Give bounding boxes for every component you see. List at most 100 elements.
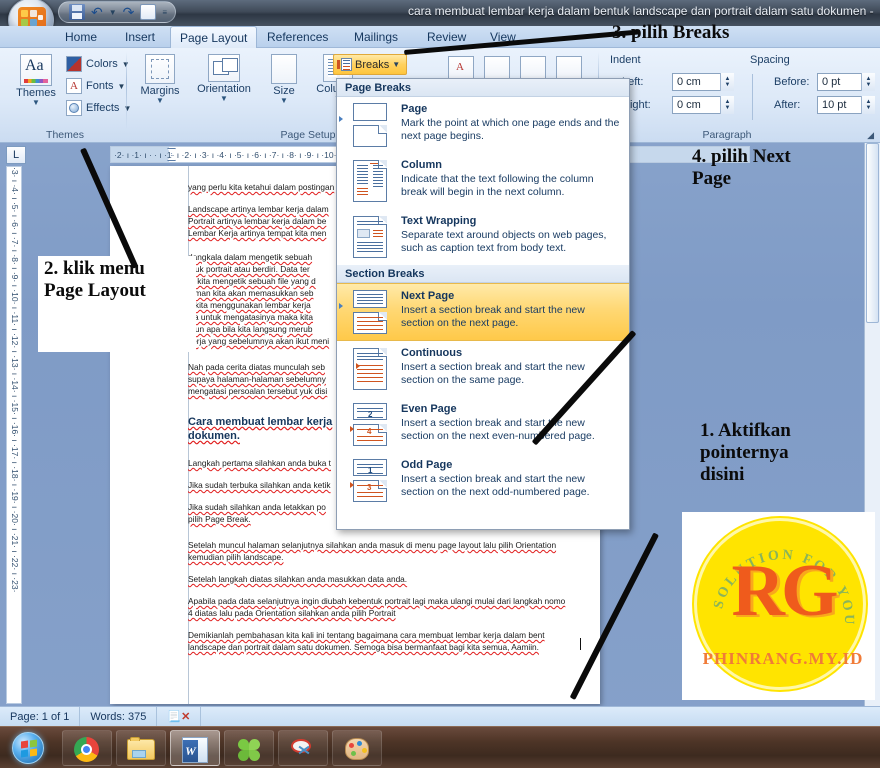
spacing-before-stepper[interactable]: ▲ ▼ (861, 73, 875, 91)
doc-paragraph: Demikianlah pembahasan kita kali ini ten… (188, 630, 545, 640)
continuous-section-break-icon (347, 347, 393, 391)
menu-item-title: Next Page (401, 290, 455, 302)
menu-item-desc: Insert a section break and start the new… (401, 473, 590, 498)
taskbar-paint-button[interactable] (332, 730, 382, 766)
group-label-paragraph: Paragraph (702, 129, 752, 141)
menu-item-column[interactable]: Column Indicate that the text following … (337, 153, 629, 209)
ribbon-group-paragraph: Indent Spacing Left: 0 cm ▲ ▼ Right: 0 cm… (602, 48, 880, 143)
tab-mailings[interactable]: Mailings (345, 26, 407, 48)
size-icon (271, 54, 297, 84)
menu-item-odd-page[interactable]: 1 3 Odd Page Insert a section break and … (337, 453, 629, 509)
print-preview-icon[interactable] (140, 4, 157, 20)
logo-monogram: RG (731, 550, 839, 632)
effects-icon (66, 100, 82, 116)
menu-section-page-breaks: Page Breaks (337, 79, 629, 97)
margins-icon (145, 54, 175, 84)
doc-paragraph: Apabila pada data selanjutnya ingin diub… (188, 596, 566, 606)
chrome-icon (74, 737, 99, 762)
menu-item-title: Column (401, 159, 442, 171)
snipping-tool-icon (291, 738, 315, 762)
status-words[interactable]: Words: 375 (80, 706, 158, 727)
tab-selector-button[interactable]: L (6, 146, 26, 164)
orientation-icon (208, 54, 240, 82)
group-divider-1 (126, 52, 127, 130)
undo-icon[interactable]: ↶ (91, 4, 103, 20)
logo-url: PHINRANG.MY.ID (702, 649, 864, 668)
indent-header: Indent (610, 54, 641, 66)
taskbar-explorer-button[interactable] (116, 730, 166, 766)
ribbon-group-themes: Aa Themes ▼ Colors ▼ A Fonts ▼ Effects ▼ (4, 48, 131, 143)
word-window: cara membuat lembar kerja dalam bentuk l… (0, 0, 880, 768)
breaks-button[interactable]: Breaks ▼ (333, 54, 407, 75)
taskbar-word-button[interactable]: W (170, 730, 220, 766)
submenu-marker-icon (339, 303, 343, 309)
colors-icon (66, 56, 82, 72)
odd-page-section-break-icon: 1 3 (347, 459, 393, 503)
tab-references[interactable]: References (258, 26, 337, 48)
submenu-marker-icon (339, 116, 343, 122)
margins-button[interactable]: Margins ▼ (132, 54, 188, 105)
hyphenation-icon[interactable]: A (448, 56, 474, 80)
status-spacer (201, 707, 880, 727)
vertical-ruler[interactable]: ·3· ı ·4· ı ·5· ı ·6· ı ·7· ı ·8· ı ·9· … (6, 166, 22, 704)
menu-item-even-page[interactable]: 2 4 Even Page Insert a section break and… (337, 397, 629, 453)
clover-icon (237, 738, 261, 762)
quick-access-toolbar: ↶ ▼ ↷ ≡ (58, 1, 177, 23)
group-label-themes: Themes (46, 129, 84, 141)
breaks-dropdown-menu[interactable]: Page Breaks Page Mark the point at which… (336, 78, 630, 530)
proofing-errors-icon[interactable]: 📃✕ (157, 706, 202, 727)
page-borders-icon[interactable] (556, 56, 582, 80)
status-page[interactable]: Page: 1 of 1 (0, 706, 81, 727)
menu-item-title: Continuous (401, 347, 463, 359)
undo-dropdown-icon[interactable]: ▼ (109, 8, 117, 17)
themes-button[interactable]: Aa Themes ▼ (10, 54, 62, 107)
theme-effects-button[interactable]: Effects ▼ (66, 100, 131, 116)
tab-insert[interactable]: Insert (116, 26, 164, 48)
taskbar-snipping-tool-button[interactable] (278, 730, 328, 766)
spacing-before-label: Before: (774, 76, 810, 88)
margins-dropdown-icon[interactable]: ▼ (132, 97, 188, 105)
menu-item-text-wrapping[interactable]: Text Wrapping Separate text around objec… (337, 209, 629, 265)
menu-item-page[interactable]: Page Mark the point at which one page en… (337, 97, 629, 153)
taskbar-clover-button[interactable] (224, 730, 274, 766)
themes-icon: Aa (20, 54, 52, 86)
even-page-section-break-icon: 2 4 (347, 403, 393, 447)
redo-icon[interactable]: ↷ (123, 4, 135, 20)
theme-fonts-button[interactable]: A Fonts ▼ (66, 78, 125, 94)
tab-home[interactable]: Home (56, 26, 106, 48)
next-page-section-break-icon (347, 290, 393, 334)
menu-item-next-page[interactable]: Next Page Insert a section break and sta… (337, 283, 629, 341)
fonts-icon: A (66, 78, 82, 94)
doc-paragraph: kemudian pilih landscape. (188, 552, 284, 562)
doc-paragraph: Setelah muncul halaman selanjutnya silah… (188, 540, 557, 550)
indent-right-stepper[interactable]: ▲ ▼ (720, 96, 734, 114)
size-dropdown-icon[interactable]: ▼ (262, 97, 306, 105)
paragraph-dialog-launcher-icon[interactable]: ◢ (867, 130, 874, 141)
spacing-after-stepper[interactable]: ▲ ▼ (861, 96, 875, 114)
paint-icon (345, 738, 369, 760)
start-button[interactable] (4, 729, 58, 767)
save-icon[interactable] (69, 4, 85, 20)
taskbar-chrome-button[interactable] (62, 730, 112, 766)
breaks-icon (337, 57, 352, 72)
breaks-dropdown-icon[interactable]: ▼ (392, 60, 400, 69)
orientation-dropdown-icon[interactable]: ▼ (190, 95, 258, 103)
spacing-header: Spacing (750, 54, 790, 66)
theme-colors-label: Colors (86, 58, 118, 70)
tab-page-layout[interactable]: Page Layout (170, 26, 258, 48)
menu-item-title: Odd Page (401, 459, 453, 471)
page-color-icon[interactable] (520, 56, 546, 80)
tab-selector-label: L (12, 149, 20, 161)
page-break-icon (347, 103, 393, 147)
indent-left-stepper[interactable]: ▲ ▼ (720, 73, 734, 91)
watermark-icon[interactable] (484, 56, 510, 80)
theme-colors-button[interactable]: Colors ▼ (66, 56, 130, 72)
customize-qat-icon[interactable]: ≡ (162, 8, 167, 17)
size-button[interactable]: Size ▼ (262, 54, 306, 105)
taskbar: W (0, 726, 880, 768)
orientation-button[interactable]: Orientation ▼ (190, 54, 258, 103)
theme-fonts-dropdown-icon[interactable]: ▼ (118, 82, 126, 91)
windows-start-orb-icon (12, 732, 44, 764)
menu-item-desc: Mark the point at which one page ends an… (401, 117, 620, 142)
themes-dropdown-icon[interactable]: ▼ (10, 99, 62, 107)
